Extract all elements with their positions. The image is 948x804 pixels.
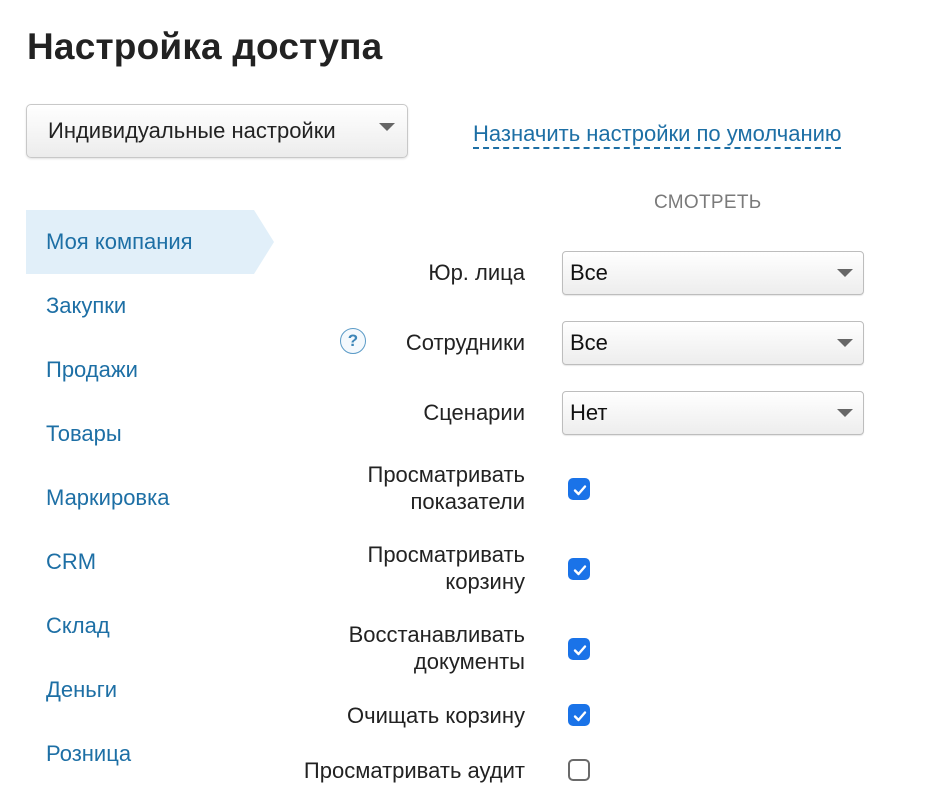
checkmark-icon (573, 485, 587, 496)
scenarios-value: Нет (570, 400, 608, 425)
permission-label: Просматривать корзину (368, 541, 526, 595)
access-preset-select[interactable]: Индивидуальные настройки (26, 104, 408, 158)
permission-label: Восстанавливать документы (349, 621, 525, 675)
checkmark-icon (573, 565, 587, 576)
restore-documents-checkbox[interactable] (568, 638, 590, 660)
sidebar-item-money[interactable]: Деньги (26, 658, 256, 722)
page-title: Настройка доступа (27, 26, 383, 67)
employees-value: Все (570, 330, 608, 355)
view-trash-checkbox[interactable] (568, 558, 590, 580)
access-preset-value: Индивидуальные настройки (48, 118, 336, 143)
sidebar: Моя компания Закупки Продажи Товары Марк… (26, 210, 274, 786)
checkmark-icon (573, 711, 587, 722)
permission-label: Очищать корзину (347, 702, 525, 729)
permission-label-line: Просматривать (367, 462, 526, 487)
chevron-down-icon (837, 409, 853, 417)
view-indicators-checkbox[interactable] (568, 478, 590, 500)
permission-label-line: Восстанавливать (348, 622, 525, 647)
sidebar-item-purchases[interactable]: Закупки (26, 274, 256, 338)
view-column-header: СМОТРЕТЬ (654, 192, 762, 213)
legal-entities-label: Юр. лица (428, 260, 525, 285)
sidebar-item-sales[interactable]: Продажи (26, 338, 256, 402)
view-audit-checkbox[interactable] (568, 759, 590, 781)
permission-label: Просматривать аудит (304, 757, 525, 784)
employees-select[interactable]: Все (562, 321, 864, 365)
scenarios-select[interactable]: Нет (562, 391, 864, 435)
chevron-down-icon (837, 269, 853, 277)
legal-entities-value: Все (570, 260, 608, 285)
sidebar-item-crm[interactable]: CRM (26, 530, 256, 594)
legal-entities-select[interactable]: Все (562, 251, 864, 295)
sidebar-item-retail[interactable]: Розница (26, 722, 256, 786)
sidebar-item-marking[interactable]: Маркировка (26, 466, 256, 530)
permission-label-line: Просматривать аудит (303, 758, 525, 783)
permission-label-line: Просматривать (367, 542, 526, 567)
help-icon[interactable]: ? (340, 328, 366, 354)
checkmark-icon (573, 645, 587, 656)
permission-label-line: документы (413, 649, 525, 674)
scenarios-label: Сценарии (423, 400, 525, 425)
sidebar-item-warehouse[interactable]: Склад (26, 594, 256, 658)
sidebar-item-my-company[interactable]: Моя компания (26, 210, 274, 274)
set-default-settings-link[interactable]: Назначить настройки по умолчанию (473, 121, 842, 149)
employees-label: Сотрудники (405, 330, 525, 355)
chevron-down-icon (379, 123, 395, 131)
permission-label-line: корзину (445, 569, 525, 594)
permission-label-line: Очищать корзину (347, 703, 525, 728)
permission-label-line: показатели (410, 489, 525, 514)
empty-trash-checkbox[interactable] (568, 704, 590, 726)
chevron-down-icon (837, 339, 853, 347)
permission-label: Просматривать показатели (368, 461, 526, 515)
sidebar-item-goods[interactable]: Товары (26, 402, 256, 466)
